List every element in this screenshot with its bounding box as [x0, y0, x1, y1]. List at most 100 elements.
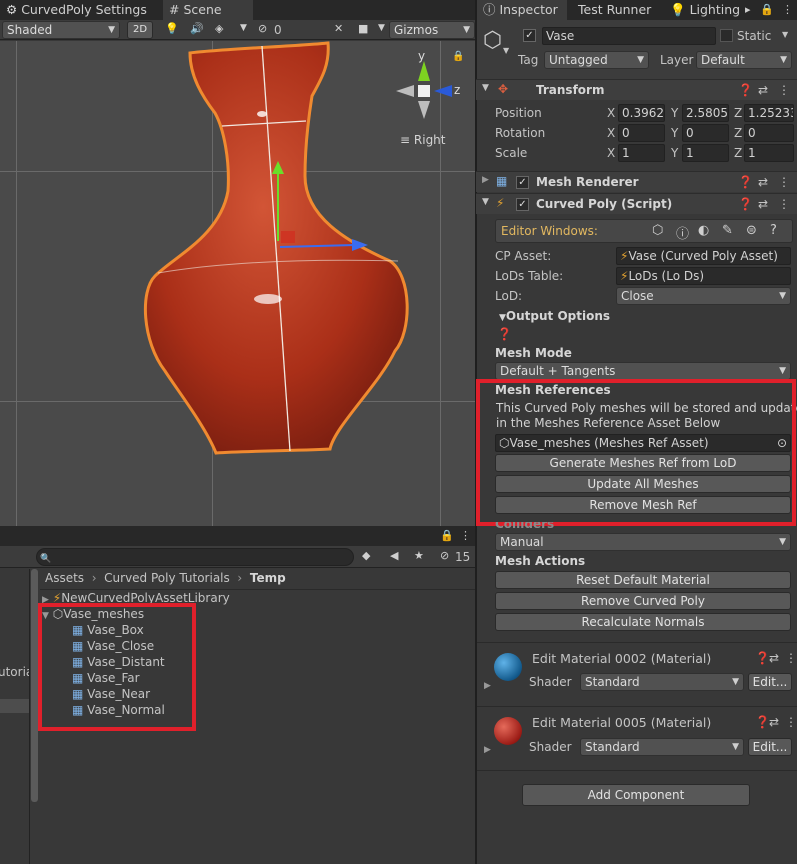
- edit-shader-button[interactable]: Edit...: [748, 673, 792, 691]
- rotation-y-field[interactable]: 0: [682, 124, 729, 142]
- audio-icon[interactable]: 🔊: [190, 22, 204, 35]
- help-icon[interactable]: ❓: [755, 715, 770, 729]
- output-options-foldout[interactable]: ▼Output Options: [499, 309, 610, 323]
- presets-icon[interactable]: ⇄: [769, 715, 779, 729]
- help-icon[interactable]: ❓: [738, 175, 753, 189]
- rotation-x-field[interactable]: 0: [618, 124, 665, 142]
- lock-icon[interactable]: 🔒: [760, 3, 774, 16]
- object-name-field[interactable]: Vase: [542, 27, 716, 45]
- tabs-overflow-icon[interactable]: ▸: [745, 3, 751, 16]
- search-input[interactable]: 🔍: [36, 548, 354, 566]
- tag-value: Untagged: [549, 53, 608, 67]
- orientation-gizmo[interactable]: y z 🔒: [396, 47, 468, 143]
- more-icon[interactable]: ⋮: [778, 83, 790, 97]
- recalculate-normals-button[interactable]: Recalculate Normals: [495, 613, 791, 631]
- chevron-down-icon[interactable]: ▼: [378, 23, 385, 33]
- chevron-down-icon[interactable]: ▼: [240, 23, 247, 33]
- rotation-z-field[interactable]: 0: [744, 124, 794, 142]
- label-icon[interactable]: ◀: [390, 549, 398, 562]
- more-icon[interactable]: ⋮: [785, 651, 797, 665]
- lods-field[interactable]: ⚡LoDs (Lo Ds): [616, 267, 791, 285]
- shader-dropdown[interactable]: Standard ▼: [580, 738, 744, 756]
- mesh-renderer-icon: ▦: [496, 174, 508, 188]
- presets-icon[interactable]: ⇄: [758, 175, 768, 189]
- view-label[interactable]: ≡ Right: [400, 133, 446, 147]
- help-icon[interactable]: ❓: [738, 83, 753, 97]
- position-z-field[interactable]: 1.25233: [744, 104, 794, 122]
- scale-y-field[interactable]: 1: [682, 144, 729, 162]
- chevron-right-icon[interactable]: ▶: [484, 681, 491, 691]
- static-checkbox[interactable]: [720, 29, 733, 42]
- hidden-objects-icon[interactable]: ⊘: [258, 22, 267, 35]
- camera-icon[interactable]: ■: [358, 22, 368, 35]
- shading-dropdown[interactable]: Shaded ▼: [2, 21, 120, 39]
- tools-icon[interactable]: ✕: [334, 22, 343, 35]
- position-x-field[interactable]: 0.39626: [618, 104, 665, 122]
- filter-type-icon[interactable]: ◆: [362, 549, 370, 562]
- presets-icon[interactable]: ⇄: [758, 197, 768, 211]
- help-icon[interactable]: ❓: [738, 197, 753, 211]
- settings-window-icon[interactable]: ⊜: [746, 223, 757, 238]
- active-checkbox[interactable]: ✓: [523, 29, 536, 42]
- cp-asset-field[interactable]: ⚡Vase (Curved Poly Asset): [616, 247, 791, 265]
- effects-icon[interactable]: ◈: [215, 22, 223, 35]
- more-icon[interactable]: ⋮: [778, 175, 790, 189]
- shader-dropdown[interactable]: Standard ▼: [580, 673, 744, 691]
- reset-default-material-button[interactable]: Reset Default Material: [495, 571, 791, 589]
- presets-icon[interactable]: ⇄: [758, 83, 768, 97]
- tab-test-runner[interactable]: Test Runner: [572, 0, 660, 20]
- mesh-mode-dropdown[interactable]: Default + Tangents ▼: [495, 362, 791, 380]
- curved-poly-header[interactable]: ▼ ⚡ ✓ Curved Poly (Script) ❓ ⇄ ⋮: [476, 193, 797, 214]
- layer-dropdown[interactable]: Default ▼: [696, 51, 792, 69]
- info-window-icon[interactable]: ⓘ: [676, 223, 689, 242]
- material-window-icon[interactable]: ◐: [698, 223, 709, 238]
- gizmos-dropdown[interactable]: Gizmos ▼: [389, 21, 475, 39]
- breadcrumb-tutorials[interactable]: Curved Poly Tutorials: [104, 571, 230, 585]
- paint-window-icon[interactable]: ✎: [722, 223, 733, 238]
- help-icon[interactable]: ❓: [755, 651, 770, 665]
- lock-icon[interactable]: 🔒: [452, 51, 464, 62]
- hidden-packages-icon[interactable]: ⊘: [440, 549, 449, 562]
- transform-header[interactable]: ▼ ✥ Transform ❓ ⇄ ⋮: [476, 79, 797, 100]
- mode-2d-button[interactable]: 2D: [127, 21, 153, 39]
- breadcrumb-temp[interactable]: Temp: [250, 571, 286, 585]
- edit-shader-button[interactable]: Edit...: [748, 738, 792, 756]
- tab-inspector[interactable]: ⓘ Inspector: [477, 0, 567, 20]
- help-window-icon[interactable]: ?: [770, 223, 777, 238]
- folder-tree-item[interactable]: utoria: [0, 665, 29, 679]
- enabled-checkbox[interactable]: ✓: [516, 176, 529, 189]
- lock-icon[interactable]: 🔒: [440, 529, 454, 542]
- star-icon[interactable]: ★: [414, 549, 424, 562]
- chevron-right-icon[interactable]: ▶: [484, 745, 491, 755]
- chevron-down-icon[interactable]: ▼: [782, 30, 788, 39]
- more-icon[interactable]: ⋮: [778, 197, 790, 211]
- colliders-dropdown[interactable]: Manual ▼: [495, 533, 791, 551]
- scale-z-field[interactable]: 1: [744, 144, 794, 162]
- add-component-button[interactable]: Add Component: [522, 784, 750, 806]
- enabled-checkbox[interactable]: ✓: [516, 198, 529, 211]
- scrollbar[interactable]: [31, 569, 38, 802]
- menu-icon[interactable]: ⋮: [782, 3, 793, 16]
- tab-curvedpoly-settings[interactable]: ⚙ CurvedPoly Settings: [0, 0, 148, 20]
- cube-window-icon[interactable]: ⬡: [652, 223, 663, 238]
- breadcrumb-assets[interactable]: Assets: [45, 571, 84, 585]
- tab-lighting[interactable]: 💡 Lighting: [664, 0, 744, 20]
- menu-icon[interactable]: ⋮: [460, 529, 471, 542]
- mesh-renderer-header[interactable]: ▶ ▦ ✓ Mesh Renderer ❓ ⇄ ⋮: [476, 171, 797, 192]
- chevron-down-icon[interactable]: ▼: [503, 46, 509, 55]
- remove-curved-poly-button[interactable]: Remove Curved Poly: [495, 592, 791, 610]
- chevron-down-icon: ▼: [482, 197, 489, 207]
- light-icon[interactable]: 💡: [165, 22, 179, 35]
- chevron-down-icon: ▼: [732, 742, 739, 752]
- tag-dropdown[interactable]: Untagged ▼: [544, 51, 649, 69]
- position-y-field[interactable]: 2.58056: [682, 104, 729, 122]
- chevron-down-icon: ▼: [482, 83, 489, 93]
- scale-x-field[interactable]: 1: [618, 144, 665, 162]
- lod-dropdown[interactable]: Close ▼: [616, 287, 791, 305]
- more-icon[interactable]: ⋮: [785, 715, 797, 729]
- help-icon[interactable]: ❓: [497, 327, 512, 341]
- folder-tree-selected[interactable]: [0, 699, 29, 713]
- presets-icon[interactable]: ⇄: [769, 651, 779, 665]
- tab-scene[interactable]: # Scene: [163, 0, 253, 20]
- scene-viewport[interactable]: y z 🔒 ≡ Right: [0, 41, 476, 526]
